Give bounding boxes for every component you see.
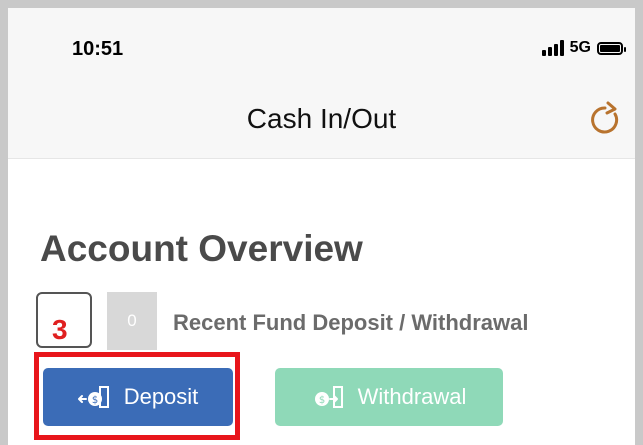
section-title: Account Overview	[40, 228, 363, 269]
recent-activity-label: Recent Fund Deposit / Withdrawal	[173, 310, 529, 335]
status-indicators: 5G	[541, 37, 626, 59]
highlight-box	[34, 352, 240, 440]
network-type: 5G	[569, 39, 591, 56]
battery-icon	[597, 41, 626, 55]
withdrawal-button[interactable]: $ Withdrawal	[275, 368, 503, 426]
status-bar: 10:51 5G	[8, 8, 635, 78]
withdrawal-icon: $	[314, 386, 343, 408]
page-title: Cash In/Out	[246, 103, 397, 134]
recent-count-badge: 0	[107, 292, 157, 350]
refresh-icon[interactable]	[585, 100, 625, 140]
navigation-bar: Cash In/Out	[8, 78, 635, 159]
step-number: 3	[52, 314, 68, 345]
status-time: 10:51	[72, 38, 124, 60]
signal-icon	[541, 40, 564, 56]
withdrawal-label: Withdrawal	[357, 384, 467, 409]
svg-text:$: $	[318, 395, 324, 406]
